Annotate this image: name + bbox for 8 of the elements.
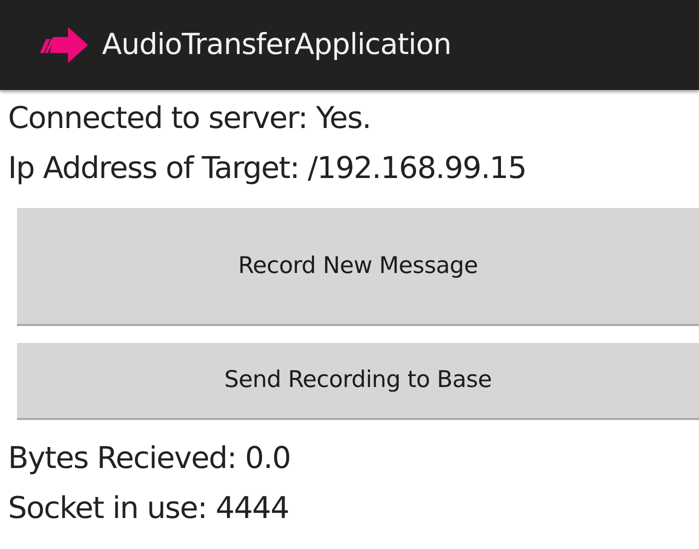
info-text: Socket in use: 4444 [7,490,290,528]
status-text: Connected to server: Yes. [7,100,372,138]
app-title: AudioTransferApplication [102,26,452,64]
arrow-icon [38,25,88,65]
action-button[interactable]: Send Recording to Base [17,343,699,420]
status-text: Ip Address of Target: /192.168.99.15 [7,150,528,188]
info-text: Bytes Recieved: 0.0 [7,440,292,478]
action-button[interactable]: Record New Message [17,208,699,326]
